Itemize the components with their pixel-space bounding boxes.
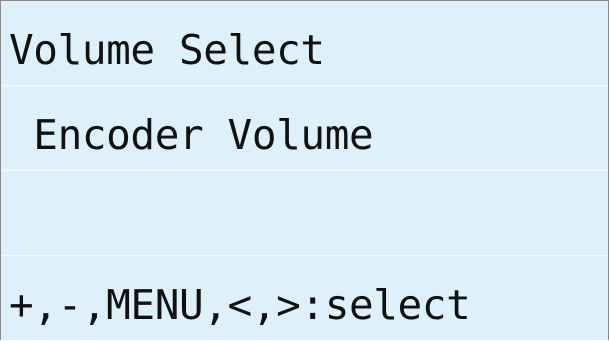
lcd-line-1: Volume Select	[1, 1, 608, 86]
menu-option-encoder-volume[interactable]: Encoder Volume	[9, 115, 373, 156]
lcd-line-4: +,-,MENU,<,>:select	[1, 256, 608, 341]
menu-title: Volume Select	[9, 26, 325, 74]
lcd-line-3	[1, 171, 608, 256]
lcd-line-2[interactable]: Encoder Volume	[1, 86, 608, 171]
lcd-display: Volume Select Encoder Volume +,-,MENU,<,…	[0, 0, 609, 340]
controls-hint: +,-,MENU,<,>:select	[9, 281, 471, 329]
